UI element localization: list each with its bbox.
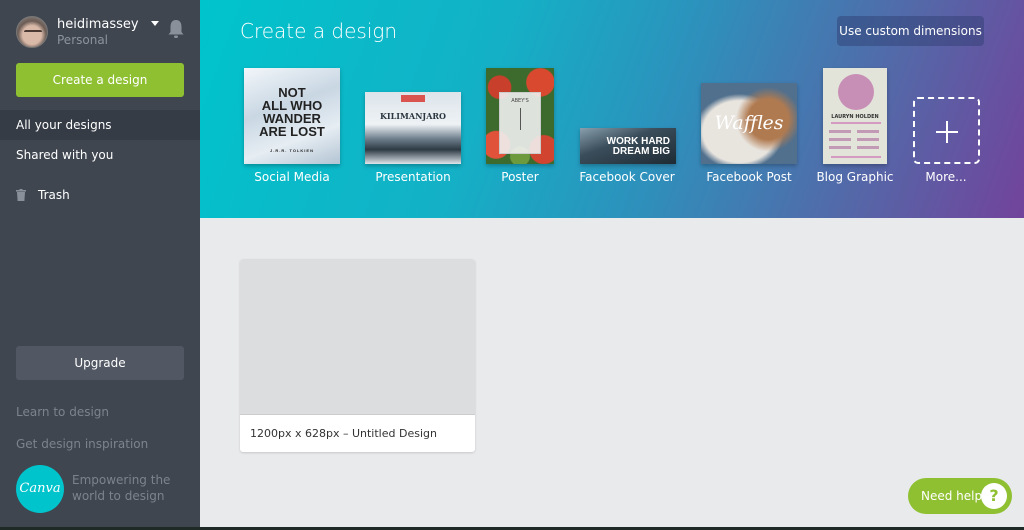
thumb-text: KILIMANJARO (379, 111, 447, 121)
template-thumbnail[interactable]: NOT ALL WHO WANDER ARE LOST J.R.R. TOLKI… (244, 68, 340, 164)
template-label: Facebook Cover (579, 170, 675, 184)
thumb-row (829, 138, 851, 141)
thumb-text: Waffles (714, 112, 784, 134)
user-menu[interactable]: heidimassey Personal (16, 16, 186, 48)
create-design-banner: Create a design Use custom dimensions NO… (200, 0, 1024, 218)
avatar[interactable] (16, 16, 48, 48)
template-thumbnail[interactable]: LAURYN HOLDEN (823, 68, 887, 164)
template-thumbnail[interactable]: ABEY'S (486, 68, 554, 164)
thumb-text: DREAM BIG (612, 146, 670, 157)
design-inspiration-link[interactable]: Get design inspiration (16, 437, 148, 451)
thumb-text: LAURYN HOLDEN (831, 114, 879, 120)
sidebar-item-shared[interactable]: Shared with you (0, 140, 200, 170)
need-help-label: Need help (921, 489, 983, 503)
more-templates-button[interactable] (913, 97, 980, 164)
thumb-row (857, 146, 879, 149)
template-label: Blog Graphic (816, 170, 894, 184)
sidebar-item-label: Trash (38, 188, 70, 202)
page-title: Create a design (240, 19, 398, 43)
canva-logo[interactable]: Canva (16, 465, 64, 513)
question-icon: ? (981, 483, 1007, 509)
learn-to-design-link[interactable]: Learn to design (16, 405, 109, 419)
create-design-button[interactable]: Create a design (16, 63, 184, 97)
template-label: Social Media (254, 170, 330, 184)
template-label: Poster (501, 170, 539, 184)
sidebar-item-trash[interactable]: Trash (0, 180, 200, 210)
template-thumbnail[interactable]: Waffles (701, 83, 797, 164)
plus-icon (946, 121, 948, 143)
need-help-button[interactable]: Need help ? (908, 478, 1012, 514)
bell-icon[interactable] (167, 19, 185, 39)
template-thumbnail[interactable]: WORK HARD DREAM BIG (580, 128, 676, 164)
user-plan: Personal (57, 33, 109, 47)
trash-icon (16, 189, 26, 201)
username: heidimassey (57, 17, 139, 32)
thumb-card: ABEY'S (499, 92, 541, 154)
design-preview[interactable] (240, 259, 475, 415)
thumb-row (857, 138, 879, 141)
app: heidimassey Personal Create a design All… (0, 0, 1024, 527)
thumb-row (829, 130, 851, 133)
template-thumbnail[interactable]: KILIMANJARO (365, 92, 461, 164)
thumb-subtext: J.R.R. TOLKIEN (270, 148, 314, 153)
sidebar-nav: All your designs Shared with you Trash (0, 110, 212, 210)
sidebar-item-label: Shared with you (16, 148, 114, 162)
upgrade-button[interactable]: Upgrade (16, 346, 184, 380)
thumb-date-badge (401, 95, 425, 102)
thumb-divider (831, 122, 881, 124)
design-title: 1200px x 628px – Untitled Design (250, 427, 437, 440)
main-content: Create a design Use custom dimensions NO… (200, 0, 1024, 527)
thumb-text: ABEY'S (511, 98, 529, 104)
template-label: More... (925, 170, 967, 184)
chevron-down-icon[interactable] (151, 21, 159, 26)
thumb-row (857, 130, 879, 133)
thumb-photo (838, 74, 874, 110)
thumb-row (829, 146, 851, 149)
template-label: Facebook Post (706, 170, 792, 184)
sidebar: heidimassey Personal Create a design All… (0, 0, 212, 527)
design-card[interactable]: 1200px x 628px – Untitled Design (240, 259, 475, 452)
thumb-divider (831, 156, 881, 158)
tagline: Empowering the world to design (72, 473, 171, 503)
sidebar-item-label: All your designs (16, 118, 112, 132)
sidebar-item-all-designs[interactable]: All your designs (0, 110, 212, 140)
template-label: Presentation (375, 170, 451, 184)
custom-dimensions-button[interactable]: Use custom dimensions (837, 16, 984, 46)
thumb-text: ARE LOST (259, 124, 325, 139)
